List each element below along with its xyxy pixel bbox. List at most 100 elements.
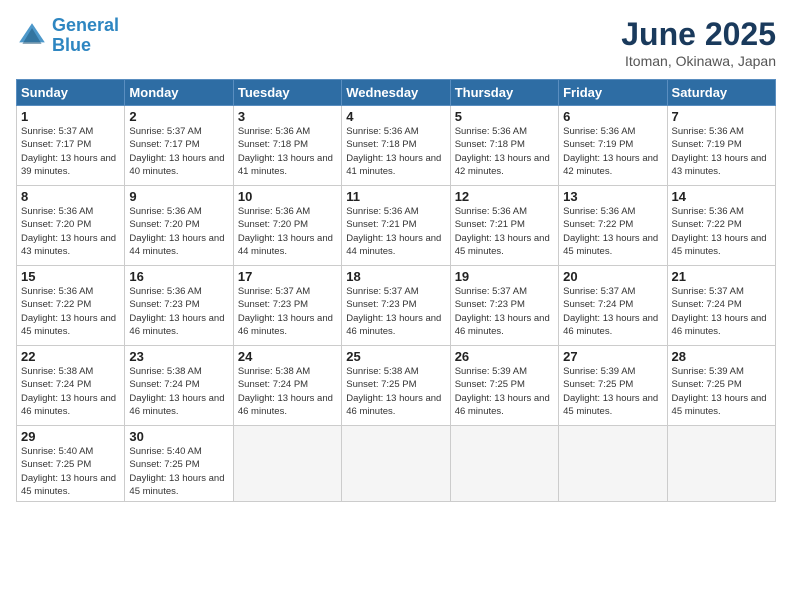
day-info: Sunrise: 5:37 AMSunset: 7:17 PMDaylight:… <box>129 125 228 178</box>
day-info: Sunrise: 5:39 AMSunset: 7:25 PMDaylight:… <box>455 365 554 418</box>
calendar-row: 8Sunrise: 5:36 AMSunset: 7:20 PMDaylight… <box>17 186 776 266</box>
day-number: 22 <box>21 349 120 364</box>
day-info: Sunrise: 5:36 AMSunset: 7:22 PMDaylight:… <box>563 205 662 258</box>
day-info: Sunrise: 5:36 AMSunset: 7:19 PMDaylight:… <box>672 125 771 178</box>
calendar-cell: 24Sunrise: 5:38 AMSunset: 7:24 PMDayligh… <box>233 346 341 426</box>
day-number: 14 <box>672 189 771 204</box>
day-number: 10 <box>238 189 337 204</box>
calendar-cell: 26Sunrise: 5:39 AMSunset: 7:25 PMDayligh… <box>450 346 558 426</box>
day-info: Sunrise: 5:36 AMSunset: 7:20 PMDaylight:… <box>129 205 228 258</box>
day-info: Sunrise: 5:37 AMSunset: 7:23 PMDaylight:… <box>346 285 445 338</box>
calendar-cell: 23Sunrise: 5:38 AMSunset: 7:24 PMDayligh… <box>125 346 233 426</box>
day-info: Sunrise: 5:37 AMSunset: 7:23 PMDaylight:… <box>455 285 554 338</box>
calendar-cell: 8Sunrise: 5:36 AMSunset: 7:20 PMDaylight… <box>17 186 125 266</box>
calendar-cell: 27Sunrise: 5:39 AMSunset: 7:25 PMDayligh… <box>559 346 667 426</box>
day-number: 8 <box>21 189 120 204</box>
calendar-cell: 25Sunrise: 5:38 AMSunset: 7:25 PMDayligh… <box>342 346 450 426</box>
calendar-cell: 16Sunrise: 5:36 AMSunset: 7:23 PMDayligh… <box>125 266 233 346</box>
title-block: June 2025 Itoman, Okinawa, Japan <box>621 16 776 69</box>
day-info: Sunrise: 5:36 AMSunset: 7:21 PMDaylight:… <box>346 205 445 258</box>
weekday-header: Saturday <box>667 80 775 106</box>
calendar-row: 22Sunrise: 5:38 AMSunset: 7:24 PMDayligh… <box>17 346 776 426</box>
day-info: Sunrise: 5:37 AMSunset: 7:23 PMDaylight:… <box>238 285 337 338</box>
day-number: 13 <box>563 189 662 204</box>
day-number: 15 <box>21 269 120 284</box>
calendar-cell: 12Sunrise: 5:36 AMSunset: 7:21 PMDayligh… <box>450 186 558 266</box>
calendar-cell: 13Sunrise: 5:36 AMSunset: 7:22 PMDayligh… <box>559 186 667 266</box>
day-number: 3 <box>238 109 337 124</box>
logo: General Blue <box>16 16 119 56</box>
day-number: 30 <box>129 429 228 444</box>
day-number: 6 <box>563 109 662 124</box>
day-number: 26 <box>455 349 554 364</box>
day-info: Sunrise: 5:39 AMSunset: 7:25 PMDaylight:… <box>672 365 771 418</box>
day-info: Sunrise: 5:38 AMSunset: 7:24 PMDaylight:… <box>21 365 120 418</box>
calendar-cell: 29Sunrise: 5:40 AMSunset: 7:25 PMDayligh… <box>17 426 125 502</box>
day-info: Sunrise: 5:36 AMSunset: 7:19 PMDaylight:… <box>563 125 662 178</box>
calendar-cell: 20Sunrise: 5:37 AMSunset: 7:24 PMDayligh… <box>559 266 667 346</box>
page-header: General Blue June 2025 Itoman, Okinawa, … <box>16 16 776 69</box>
weekday-header: Friday <box>559 80 667 106</box>
day-number: 19 <box>455 269 554 284</box>
calendar-cell <box>667 426 775 502</box>
calendar-cell: 15Sunrise: 5:36 AMSunset: 7:22 PMDayligh… <box>17 266 125 346</box>
calendar-cell: 10Sunrise: 5:36 AMSunset: 7:20 PMDayligh… <box>233 186 341 266</box>
day-info: Sunrise: 5:36 AMSunset: 7:23 PMDaylight:… <box>129 285 228 338</box>
day-info: Sunrise: 5:37 AMSunset: 7:24 PMDaylight:… <box>563 285 662 338</box>
day-info: Sunrise: 5:36 AMSunset: 7:20 PMDaylight:… <box>238 205 337 258</box>
day-info: Sunrise: 5:38 AMSunset: 7:24 PMDaylight:… <box>238 365 337 418</box>
calendar-cell <box>450 426 558 502</box>
day-info: Sunrise: 5:40 AMSunset: 7:25 PMDaylight:… <box>21 445 120 498</box>
day-number: 9 <box>129 189 228 204</box>
calendar-cell <box>233 426 341 502</box>
calendar-cell <box>559 426 667 502</box>
day-number: 18 <box>346 269 445 284</box>
day-number: 4 <box>346 109 445 124</box>
day-info: Sunrise: 5:36 AMSunset: 7:20 PMDaylight:… <box>21 205 120 258</box>
day-number: 25 <box>346 349 445 364</box>
calendar-cell: 11Sunrise: 5:36 AMSunset: 7:21 PMDayligh… <box>342 186 450 266</box>
calendar-cell: 22Sunrise: 5:38 AMSunset: 7:24 PMDayligh… <box>17 346 125 426</box>
day-number: 29 <box>21 429 120 444</box>
day-number: 1 <box>21 109 120 124</box>
day-info: Sunrise: 5:36 AMSunset: 7:18 PMDaylight:… <box>455 125 554 178</box>
logo-text: General Blue <box>52 16 119 56</box>
day-info: Sunrise: 5:38 AMSunset: 7:24 PMDaylight:… <box>129 365 228 418</box>
day-number: 5 <box>455 109 554 124</box>
day-number: 16 <box>129 269 228 284</box>
calendar-cell: 14Sunrise: 5:36 AMSunset: 7:22 PMDayligh… <box>667 186 775 266</box>
calendar-cell: 9Sunrise: 5:36 AMSunset: 7:20 PMDaylight… <box>125 186 233 266</box>
calendar-cell: 19Sunrise: 5:37 AMSunset: 7:23 PMDayligh… <box>450 266 558 346</box>
page-container: General Blue June 2025 Itoman, Okinawa, … <box>0 0 792 510</box>
calendar-cell: 5Sunrise: 5:36 AMSunset: 7:18 PMDaylight… <box>450 106 558 186</box>
day-info: Sunrise: 5:37 AMSunset: 7:17 PMDaylight:… <box>21 125 120 178</box>
weekday-header-row: SundayMondayTuesdayWednesdayThursdayFrid… <box>17 80 776 106</box>
calendar-table: SundayMondayTuesdayWednesdayThursdayFrid… <box>16 79 776 502</box>
location: Itoman, Okinawa, Japan <box>621 53 776 69</box>
weekday-header: Thursday <box>450 80 558 106</box>
weekday-header: Sunday <box>17 80 125 106</box>
weekday-header: Wednesday <box>342 80 450 106</box>
calendar-cell: 28Sunrise: 5:39 AMSunset: 7:25 PMDayligh… <box>667 346 775 426</box>
calendar-row: 1Sunrise: 5:37 AMSunset: 7:17 PMDaylight… <box>17 106 776 186</box>
day-number: 2 <box>129 109 228 124</box>
calendar-cell: 18Sunrise: 5:37 AMSunset: 7:23 PMDayligh… <box>342 266 450 346</box>
day-info: Sunrise: 5:37 AMSunset: 7:24 PMDaylight:… <box>672 285 771 338</box>
day-info: Sunrise: 5:36 AMSunset: 7:21 PMDaylight:… <box>455 205 554 258</box>
calendar-cell: 17Sunrise: 5:37 AMSunset: 7:23 PMDayligh… <box>233 266 341 346</box>
day-info: Sunrise: 5:36 AMSunset: 7:18 PMDaylight:… <box>346 125 445 178</box>
day-number: 11 <box>346 189 445 204</box>
weekday-header: Monday <box>125 80 233 106</box>
day-number: 28 <box>672 349 771 364</box>
logo-icon <box>16 20 48 52</box>
day-number: 27 <box>563 349 662 364</box>
day-info: Sunrise: 5:38 AMSunset: 7:25 PMDaylight:… <box>346 365 445 418</box>
calendar-cell: 21Sunrise: 5:37 AMSunset: 7:24 PMDayligh… <box>667 266 775 346</box>
calendar-cell: 3Sunrise: 5:36 AMSunset: 7:18 PMDaylight… <box>233 106 341 186</box>
month-title: June 2025 <box>621 16 776 53</box>
day-number: 21 <box>672 269 771 284</box>
calendar-cell: 30Sunrise: 5:40 AMSunset: 7:25 PMDayligh… <box>125 426 233 502</box>
calendar-cell: 7Sunrise: 5:36 AMSunset: 7:19 PMDaylight… <box>667 106 775 186</box>
calendar-row: 15Sunrise: 5:36 AMSunset: 7:22 PMDayligh… <box>17 266 776 346</box>
day-number: 24 <box>238 349 337 364</box>
